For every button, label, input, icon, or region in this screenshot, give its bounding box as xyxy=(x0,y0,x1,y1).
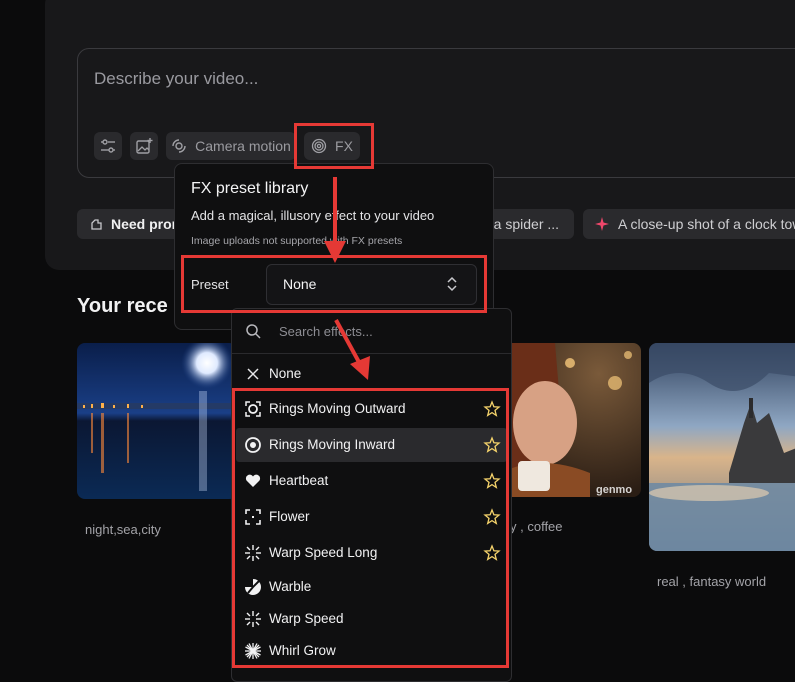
night-sea-city-image xyxy=(77,343,237,499)
option-label: Flower xyxy=(269,509,310,524)
prompt-input-box[interactable]: Describe your video... Camera motion FX xyxy=(77,48,795,178)
fantasy-world-image xyxy=(649,343,795,551)
image-plus-icon xyxy=(136,138,153,154)
option-flower[interactable]: Flower xyxy=(236,500,507,534)
suggestion-label: A close-up shot of a clock towe xyxy=(618,216,795,232)
camera-motion-icon xyxy=(172,139,186,153)
recent-video-caption: night,sea,city xyxy=(85,522,161,537)
recent-video-caption: y , coffee xyxy=(510,519,563,534)
rings-outward-icon xyxy=(245,401,261,417)
effects-search-input[interactable] xyxy=(279,321,479,341)
warp-icon xyxy=(245,545,261,561)
chevron-up-down-icon xyxy=(447,276,457,292)
preset-label: Preset xyxy=(191,277,229,292)
option-warp-speed[interactable]: Warp Speed xyxy=(236,602,507,636)
star-icon[interactable] xyxy=(483,400,501,418)
option-warp-speed-long[interactable]: Warp Speed Long xyxy=(236,536,507,570)
watermark-text: genmo xyxy=(596,484,632,496)
sparkle-icon xyxy=(595,217,609,231)
option-label: None xyxy=(269,366,302,381)
fx-preset-popover: FX preset library Add a magical, illusor… xyxy=(174,163,494,330)
search-icon xyxy=(246,324,261,339)
star-icon[interactable] xyxy=(483,472,501,490)
image-upload-button[interactable] xyxy=(130,132,158,160)
option-whirl-grow[interactable]: Whirl Grow xyxy=(236,634,507,668)
star-icon[interactable] xyxy=(483,544,501,562)
fx-popup-description: Add a magical, illusory effect to your v… xyxy=(191,208,435,223)
effects-dropdown: None Rings Moving Outward Rings Moving I… xyxy=(231,308,512,682)
hand-icon xyxy=(91,219,102,230)
option-rings-moving-inward[interactable]: Rings Moving Inward xyxy=(236,428,507,462)
option-label: Warble xyxy=(269,579,312,594)
fx-button[interactable]: FX xyxy=(304,132,360,160)
recent-video-thumbnail[interactable] xyxy=(77,343,237,499)
need-prompt-chip[interactable]: Need prom xyxy=(77,209,187,239)
option-label: Warp Speed Long xyxy=(269,545,378,560)
warp-icon xyxy=(245,611,261,627)
recent-section-title: Your rece xyxy=(77,295,168,317)
whirl-icon xyxy=(245,643,261,659)
option-label: Warp Speed xyxy=(269,611,344,626)
option-label: Rings Moving Inward xyxy=(269,437,396,452)
prompt-placeholder[interactable]: Describe your video... xyxy=(94,69,258,89)
option-warble[interactable]: Warble xyxy=(236,570,507,604)
recent-video-caption: real , fantasy world xyxy=(657,574,767,589)
settings-button[interactable] xyxy=(94,132,122,160)
flower-icon xyxy=(245,509,261,525)
recent-video-thumbnail[interactable] xyxy=(649,343,795,551)
heart-icon xyxy=(245,474,261,487)
camera-motion-label: Camera motion xyxy=(195,138,291,154)
effects-search-row xyxy=(232,309,511,354)
option-rings-moving-outward[interactable]: Rings Moving Outward xyxy=(236,392,507,426)
fx-popup-note: Image uploads not supported with FX pres… xyxy=(191,235,403,247)
option-heartbeat[interactable]: Heartbeat xyxy=(236,464,507,498)
warble-icon xyxy=(245,579,261,595)
fx-label: FX xyxy=(335,138,353,154)
star-icon[interactable] xyxy=(483,436,501,454)
camera-motion-button[interactable]: Camera motion xyxy=(166,132,296,160)
recent-video-thumbnail[interactable]: genmo xyxy=(500,343,641,497)
preset-select[interactable]: None xyxy=(266,264,477,305)
star-icon[interactable] xyxy=(483,508,501,526)
option-label: Heartbeat xyxy=(269,473,329,488)
woman-coffee-image: genmo xyxy=(500,343,641,497)
suggestion-chip[interactable]: A close-up shot of a clock towe xyxy=(583,209,795,239)
close-icon xyxy=(247,368,259,380)
option-none[interactable]: None xyxy=(236,357,507,391)
rings-inward-icon xyxy=(245,437,261,453)
fx-popup-title: FX preset library xyxy=(191,180,309,197)
preset-selected-value: None xyxy=(283,276,317,292)
spiral-icon xyxy=(311,138,327,154)
option-label: Whirl Grow xyxy=(269,643,336,658)
sliders-icon xyxy=(101,139,115,153)
option-label: Rings Moving Outward xyxy=(269,401,406,416)
